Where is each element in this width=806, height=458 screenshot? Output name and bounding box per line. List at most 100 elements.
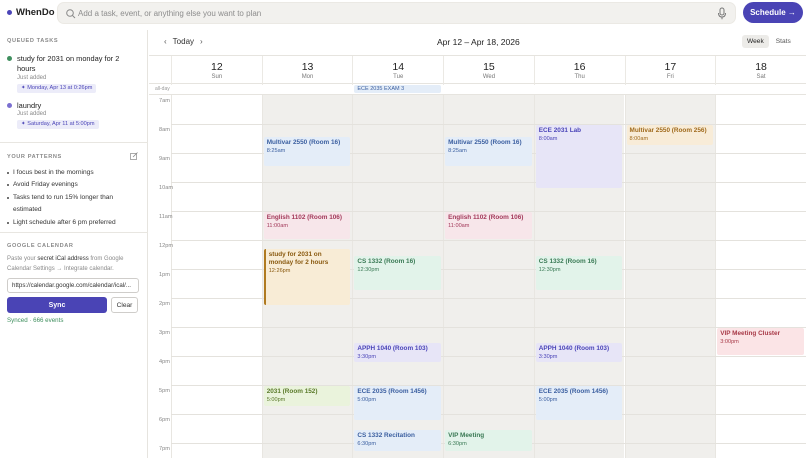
event-title: Multivar 2550 (Room 16) (448, 139, 522, 147)
search-input[interactable] (78, 6, 678, 21)
hour-label: 9am (159, 156, 170, 162)
hour-line (171, 356, 806, 357)
calendar-event[interactable]: Multivar 2550 (Room 16) 8:25am (263, 137, 351, 167)
hour-label: 4pm (159, 359, 170, 365)
task-name: study for 2031 on monday for 2 hours (17, 54, 120, 73)
next-week-icon[interactable]: › (200, 37, 203, 46)
sync-status: Synced · 666 events (7, 317, 64, 324)
calendar-event[interactable]: study for 2031 on monday for 2 hours 12:2… (263, 248, 351, 305)
calendar-nav: ‹ Today › (164, 37, 203, 46)
view-stats[interactable]: Stats (771, 35, 796, 48)
calendar-event[interactable]: ECE 2031 Lab 8:00am (535, 125, 623, 189)
calendar-event[interactable]: CS 1332 Recitation 6:30pm (354, 429, 442, 451)
hour-label: 11am (159, 214, 173, 220)
day-column[interactable] (715, 95, 806, 458)
calendar-event[interactable]: CS 1332 (Room 16) 12:30pm (354, 255, 442, 290)
queued-task[interactable]: study for 2031 on monday for 2 hours Jus… (7, 54, 142, 98)
event-time: 8:00am (538, 136, 558, 142)
task-status-dot-icon (7, 56, 12, 61)
day-header-mon[interactable]: 13 Mon (261, 56, 353, 85)
calendar-event[interactable]: Multivar 2550 (Room 16) 8:25am (445, 137, 532, 167)
event-title: CS 1332 (Room 16) (357, 257, 416, 265)
day-header-wed[interactable]: 15 Wed (443, 56, 534, 85)
event-title: VIP Meeting (448, 431, 485, 439)
day-name: Thu (574, 74, 585, 80)
day-number: 13 (301, 61, 314, 73)
queued-task[interactable]: laundry Just added ✦ Saturday, Apr 11 at… (7, 101, 142, 131)
day-name: Fri (666, 74, 674, 80)
edit-icon[interactable] (130, 152, 138, 160)
schedule-button[interactable]: Schedule → (743, 2, 803, 23)
day-header-fri[interactable]: 17 Fri (624, 56, 716, 85)
sidebar: QUEUED TASKS study for 2031 on monday fo… (0, 30, 148, 458)
calendar: ‹ Today › Apr 12 – Apr 18, 2026 Week Sta… (149, 30, 806, 458)
day-number: 16 (573, 61, 586, 73)
task-scheduled-badge[interactable]: ✦ Monday, Apr 13 at 0:26pm (17, 84, 97, 93)
calendar-event[interactable]: 2031 (Room 152) 5:00pm (263, 386, 351, 406)
sync-button[interactable]: Sync (7, 297, 107, 313)
event-time: 8:25am (448, 148, 467, 155)
calendar-event[interactable]: ECE 2035 (Room 1456) 5:00pm (535, 386, 623, 421)
day-column[interactable] (171, 95, 262, 458)
search-icon (66, 9, 76, 19)
event-time: 11:00am (266, 223, 289, 229)
day-number: 15 (483, 61, 495, 73)
event-time: 12:30pm (357, 266, 380, 273)
all-day-event[interactable]: ECE 2035 EXAM 3 (354, 85, 442, 93)
pattern-item: Light schedule after 6 pm preferred (7, 217, 142, 229)
today-button[interactable]: Today (173, 37, 194, 46)
sidebar-divider (0, 232, 148, 233)
day-header-sun[interactable]: 12 Sun (171, 56, 262, 85)
day-header-tue[interactable]: 14 Tue (352, 56, 443, 85)
app-name: WhenDo (16, 7, 55, 18)
hour-line (171, 182, 806, 183)
microphone-icon[interactable] (717, 7, 727, 20)
hour-line (171, 240, 806, 241)
task-scheduled-badge[interactable]: ✦ Saturday, Apr 11 at 5:00pm (17, 120, 99, 129)
ical-url-input[interactable] (7, 278, 139, 293)
day-column[interactable] (624, 95, 716, 458)
hour-label: 10am (159, 185, 173, 191)
hour-line (171, 414, 806, 415)
calendar-event[interactable]: APPH 1040 (Room 103) 3:30pm (354, 342, 442, 363)
search-bar[interactable] (57, 2, 736, 24)
calendar-event[interactable]: English 1102 (Room 106) 11:00am (263, 212, 351, 239)
hour-label: 5pm (159, 388, 170, 394)
google-calendar-title: GOOGLE CALENDAR (7, 243, 74, 249)
logo-dot-icon (7, 10, 12, 15)
day-name: Sun (211, 74, 223, 80)
day-headers: 12 Sun 13 Mon 14 Tue 15 Wed 16 Thu 17 Fri 18 Sat (149, 55, 806, 85)
day-number: 12 (211, 61, 223, 73)
event-time: 5:00pm (266, 397, 286, 403)
task-status-dot-icon (7, 103, 12, 108)
event-title: ECE 2035 (Room 1456) (357, 388, 427, 395)
calendar-event[interactable]: CS 1332 (Room 16) 12:30pm (535, 255, 623, 290)
event-title: APPH 1040 (Room 103) (357, 344, 428, 352)
day-name: Wed (482, 74, 496, 80)
event-title: study for 2031 on monday for 2 hours (268, 250, 329, 266)
calendar-event[interactable]: VIP Meeting Cluster 3:00pm (717, 328, 804, 355)
calendar-event[interactable]: English 1102 (Room 106) 11:00am (445, 212, 532, 239)
event-title: Multivar 2550 (Room 16) (266, 139, 341, 147)
event-time: 6:30pm (448, 440, 467, 447)
event-time: 12:30pm (538, 266, 561, 273)
calendar-event[interactable]: ECE 2035 (Room 1456) 5:00pm (354, 386, 442, 421)
all-day-label: all-day (155, 86, 170, 92)
day-name: Mon (301, 74, 314, 80)
event-time: 5:00pm (538, 397, 558, 403)
calendar-event[interactable]: VIP Meeting 6:30pm (445, 429, 532, 451)
view-week[interactable]: Week (742, 35, 769, 48)
app-logo[interactable]: WhenDo (7, 7, 55, 18)
calendar-event[interactable]: Multivar 2550 (Room 256) 8:00am (626, 125, 714, 145)
google-calendar-description: Paste your secret iCal address from Goog… (7, 256, 124, 272)
hour-label: 1pm (159, 272, 170, 278)
event-title: 2031 (Room 152) (266, 388, 318, 395)
calendar-event[interactable]: APPH 1040 (Room 103) 3:30pm (535, 342, 623, 363)
day-name: Sat (756, 74, 766, 80)
clear-button[interactable]: Clear (111, 297, 138, 313)
day-header-thu[interactable]: 16 Thu (533, 56, 625, 85)
prev-week-icon[interactable]: ‹ (164, 37, 167, 46)
day-header-sat[interactable]: 18 Sat (715, 56, 806, 85)
time-grid: 7am 8am 9am 10am 11am 12pm 1pm 2pm 3pm 4pm 5pm 6pm 7… (149, 95, 806, 458)
queued-tasks-title: QUEUED TASKS (7, 38, 59, 44)
